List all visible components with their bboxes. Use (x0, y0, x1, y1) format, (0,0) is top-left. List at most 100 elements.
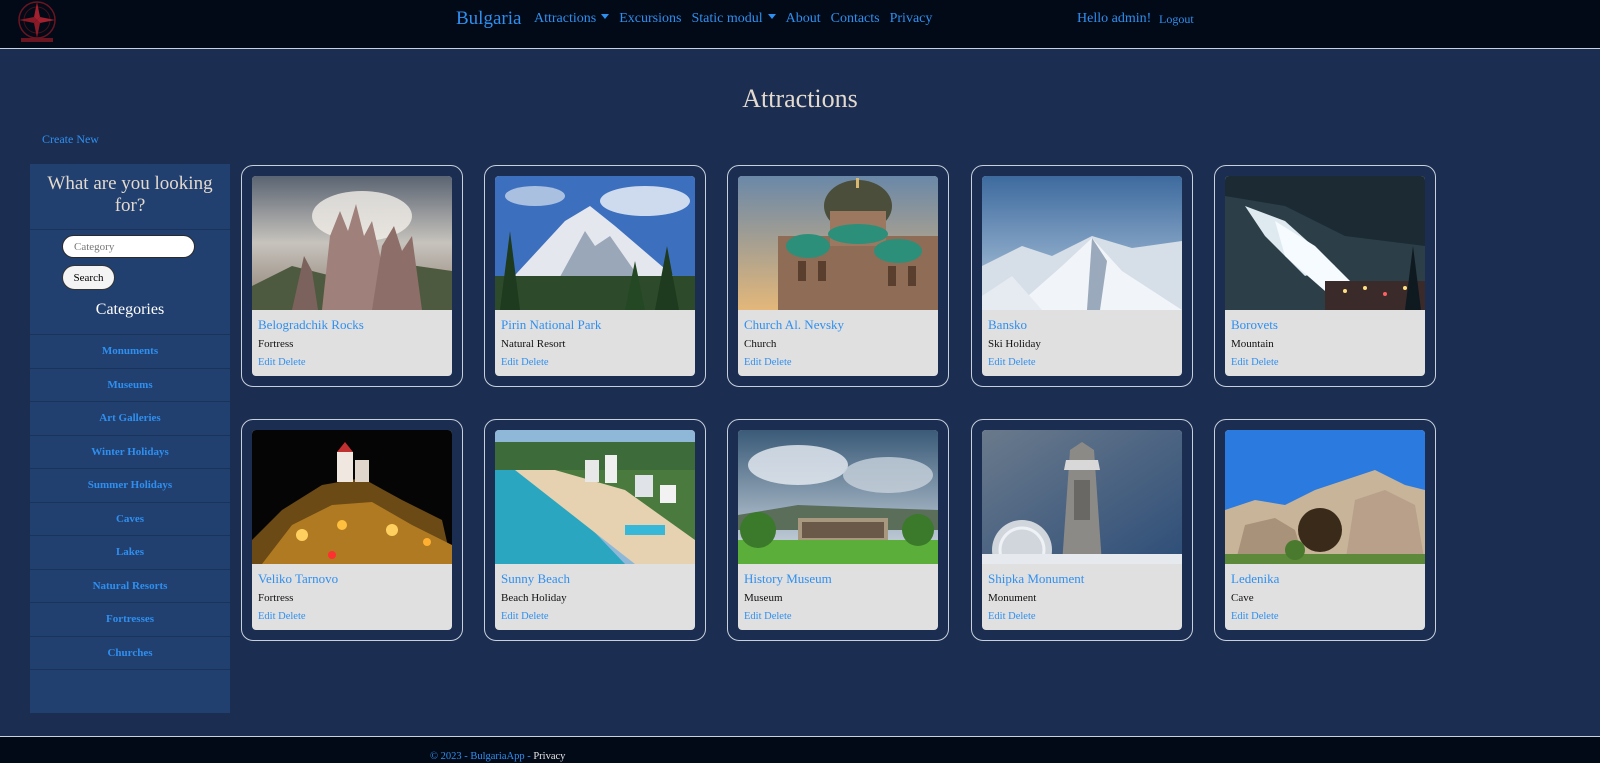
card-title[interactable]: Pirin National Park (501, 317, 601, 333)
attraction-card: Veliko Tarnovo Fortress Edit Delete (241, 419, 463, 641)
card-title[interactable]: Sunny Beach (501, 571, 570, 587)
delete-link[interactable]: Delete (1008, 611, 1035, 622)
sidebar-question: What are you looking for? (30, 164, 230, 230)
nav-privacy[interactable]: Privacy (890, 11, 933, 27)
card-actions: Edit Delete (744, 357, 792, 368)
copyright-text: © 2023 - BulgariaApp - (430, 751, 534, 762)
edit-link[interactable]: Edit (501, 357, 519, 368)
card-category: Church (744, 338, 777, 350)
attraction-card: Belogradchik Rocks Fortress Edit Delete (241, 165, 463, 387)
nav-attractions-dropdown[interactable]: Attractions (534, 11, 610, 27)
card-category: Cave (1231, 592, 1254, 604)
create-new-link[interactable]: Create New (42, 132, 99, 147)
card-body: History Museum Museum Edit Delete (738, 430, 938, 630)
edit-link[interactable]: Edit (744, 611, 762, 622)
edit-link[interactable]: Edit (258, 611, 276, 622)
category-lakes[interactable]: Lakes (30, 536, 230, 570)
card-category: Fortress (258, 338, 294, 350)
card-title[interactable]: History Museum (744, 571, 832, 587)
card-category: Natural Resort (501, 338, 566, 350)
page-title-text: Attractions (742, 84, 858, 113)
category-caves[interactable]: Caves (30, 503, 230, 536)
brand-link[interactable]: Bulgaria (456, 8, 521, 30)
museum-building-image[interactable] (738, 430, 938, 564)
nav-about[interactable]: About (786, 11, 821, 27)
card-category: Monument (988, 592, 1037, 604)
delete-link[interactable]: Delete (764, 611, 791, 622)
category-natural-resorts[interactable]: Natural Resorts (30, 570, 230, 603)
rock-landscape-image[interactable] (252, 176, 452, 310)
category-winter-holidays[interactable]: Winter Holidays (30, 436, 230, 469)
logout-button[interactable]: Logout (1159, 12, 1194, 27)
card-title[interactable]: Church Al. Nevsky (744, 317, 844, 333)
card-actions: Edit Delete (988, 611, 1036, 622)
card-actions: Edit Delete (1231, 611, 1279, 622)
category-museums[interactable]: Museums (30, 369, 230, 402)
snowy-mountains-image[interactable] (982, 176, 1182, 310)
card-body: Bansko Ski Holiday Edit Delete (982, 176, 1182, 376)
night-ski-slope-image[interactable] (1225, 176, 1425, 310)
card-category: Ski Holiday (988, 338, 1041, 350)
beach-resort-image[interactable] (495, 430, 695, 564)
card-category: Beach Holiday (501, 592, 567, 604)
footer: © 2023 - BulgariaApp - Privacy (0, 736, 1600, 763)
card-title[interactable]: Ledenika (1231, 571, 1279, 587)
lit-fortress-image[interactable] (252, 430, 452, 564)
card-title[interactable]: Shipka Monument (988, 571, 1084, 587)
card-title[interactable]: Belogradchik Rocks (258, 317, 364, 333)
category-monuments[interactable]: Monuments (30, 335, 230, 369)
cave-rocks-image[interactable] (1225, 430, 1425, 564)
card-actions: Edit Delete (988, 357, 1036, 368)
delete-link[interactable]: Delete (1251, 611, 1278, 622)
card-category: Museum (744, 592, 783, 604)
card-actions: Edit Delete (258, 611, 306, 622)
attraction-card: Borovets Mountain Edit Delete (1214, 165, 1436, 387)
search-button[interactable]: Search (62, 265, 115, 290)
caret-down-icon (767, 14, 776, 19)
delete-link[interactable]: Delete (1008, 357, 1035, 368)
nav-contacts[interactable]: Contacts (831, 11, 880, 27)
category-search-input[interactable] (62, 235, 195, 258)
user-greeting-link[interactable]: Hello admin! (1077, 11, 1151, 27)
stone-monument-image[interactable] (982, 430, 1182, 564)
card-body: Ledenika Cave Edit Delete (1225, 430, 1425, 630)
delete-link[interactable]: Delete (278, 357, 305, 368)
sidebar: What are you looking for? Search Categor… (30, 164, 230, 713)
card-actions: Edit Delete (1231, 357, 1279, 368)
card-category: Fortress (258, 592, 294, 604)
card-title[interactable]: Bansko (988, 317, 1027, 333)
nav-static-modul-dropdown[interactable]: Static modul (691, 11, 776, 27)
category-fortresses[interactable]: Fortresses (30, 603, 230, 637)
card-title[interactable]: Veliko Tarnovo (258, 571, 338, 587)
nav-excursions[interactable]: Excursions (619, 11, 681, 27)
edit-link[interactable]: Edit (988, 357, 1006, 368)
cathedral-image[interactable] (738, 176, 938, 310)
nav-links: Attractions Excursions Static modul Abou… (534, 11, 942, 27)
card-title[interactable]: Borovets (1231, 317, 1278, 333)
compass-logo-icon[interactable] (13, 0, 61, 44)
card-actions: Edit Delete (744, 611, 792, 622)
footer-text: © 2023 - BulgariaApp - Privacy (430, 751, 565, 762)
delete-link[interactable]: Delete (521, 357, 548, 368)
card-body: Belogradchik Rocks Fortress Edit Delete (252, 176, 452, 376)
category-summer-holidays[interactable]: Summer Holidays (30, 469, 230, 503)
category-art-galleries[interactable]: Art Galleries (30, 402, 230, 436)
card-body: Veliko Tarnovo Fortress Edit Delete (252, 430, 452, 630)
attraction-card: Bansko Ski Holiday Edit Delete (971, 165, 1193, 387)
edit-link[interactable]: Edit (1231, 357, 1249, 368)
mountain-forest-image[interactable] (495, 176, 695, 310)
delete-link[interactable]: Delete (521, 611, 548, 622)
footer-privacy-link[interactable]: Privacy (533, 751, 565, 762)
edit-link[interactable]: Edit (258, 357, 276, 368)
delete-link[interactable]: Delete (278, 611, 305, 622)
delete-link[interactable]: Delete (764, 357, 791, 368)
edit-link[interactable]: Edit (1231, 611, 1249, 622)
card-actions: Edit Delete (501, 611, 549, 622)
edit-link[interactable]: Edit (501, 611, 519, 622)
edit-link[interactable]: Edit (988, 611, 1006, 622)
edit-link[interactable]: Edit (744, 357, 762, 368)
category-churches[interactable]: Churches (30, 637, 230, 670)
delete-link[interactable]: Delete (1251, 357, 1278, 368)
attraction-card: Ledenika Cave Edit Delete (1214, 419, 1436, 641)
card-body: Borovets Mountain Edit Delete (1225, 176, 1425, 376)
